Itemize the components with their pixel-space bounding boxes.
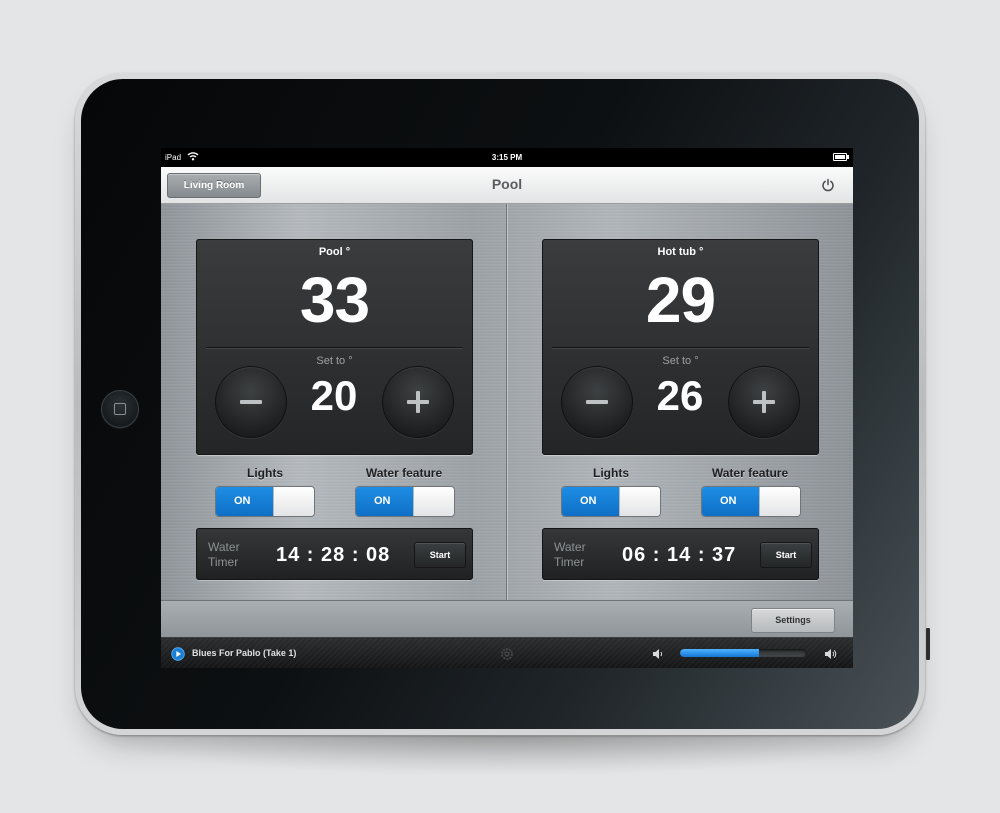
gear-icon[interactable] [499,646,515,662]
toggle-knob [619,487,660,516]
start-timer-button[interactable]: Start [414,542,466,568]
temperature-title: Pool ° [318,246,351,258]
media-player-bar: Blues For Pablo (Take 1) [161,637,853,668]
water-feature-toggle[interactable]: ON [701,486,801,517]
app-screen: iPad 3:15 PM Living Room Pool Pool ° 33 … [161,148,853,668]
toggle-on-label: ON [216,487,274,516]
status-clock: 3:15 PM [491,153,523,162]
toggle-knob [759,487,800,516]
status-bar: iPad 3:15 PM [161,148,853,168]
water-timer-value: 14 : 28 : 08 [276,544,391,566]
temperature-card: Pool ° 33 Set to ° 20 [196,239,473,455]
card-separator [206,347,463,348]
increase-temperature-button[interactable] [728,366,800,438]
increase-temperature-button[interactable] [382,366,454,438]
hot-tub-panel: Hot tub ° 29 Set to ° 26 Lights ON Water… [507,204,853,600]
plus-icon [753,391,775,413]
minus-icon [586,400,608,404]
navigation-bar: Living Room Pool [161,167,853,204]
water-timer-label: Water Timer [554,540,586,569]
settings-button[interactable]: Settings [751,608,835,633]
current-temperature: 33 [299,264,370,336]
set-to-label: Set to ° [316,355,353,367]
card-separator [552,347,809,348]
set-temperature: 26 [656,372,704,419]
track-title: Blues For Pablo (Take 1) [192,648,297,658]
water-timer-label: Water Timer [208,540,240,569]
temperature-card: Hot tub ° 29 Set to ° 26 [542,239,819,455]
water-timer-card: Water Timer 06 : 14 : 37 Start [542,528,819,580]
water-feature-label: Water feature [365,466,443,480]
page-title: Pool [491,176,523,192]
minus-icon [240,400,262,404]
decrease-temperature-button[interactable] [215,366,287,438]
water-feature-toggle[interactable]: ON [355,486,455,517]
device-shadow [90,736,910,776]
lights-toggle[interactable]: ON [215,486,315,517]
volume-high-icon [825,649,837,659]
back-button[interactable]: Living Room [167,173,261,198]
toggle-on-label: ON [702,487,760,516]
lights-label: Lights [247,466,283,480]
ipad-bezel: iPad 3:15 PM Living Room Pool Pool ° 33 … [81,79,919,729]
battery-icon [833,153,849,161]
toggle-knob [273,487,314,516]
volume-low-icon [653,649,663,659]
side-button [926,628,930,660]
bottom-toolbar: Settings [161,600,853,638]
water-timer-card: Water Timer 14 : 28 : 08 Start [196,528,473,580]
water-feature-label: Water feature [711,466,789,480]
water-timer-value: 06 : 14 : 37 [622,544,737,566]
set-to-label: Set to ° [662,355,699,367]
power-icon[interactable] [821,178,835,192]
plus-icon [407,391,429,413]
decrease-temperature-button[interactable] [561,366,633,438]
ipad-device: iPad 3:15 PM Living Room Pool Pool ° 33 … [75,73,930,735]
home-button[interactable] [101,390,139,428]
pool-panel: Pool ° 33 Set to ° 20 Lights ON Water fe… [161,204,507,600]
volume-level [680,649,760,657]
play-icon[interactable] [171,647,185,661]
toggle-on-label: ON [562,487,620,516]
volume-slider[interactable] [680,649,806,657]
start-timer-button[interactable]: Start [760,542,812,568]
temperature-title: Hot tub ° [657,246,704,258]
set-temperature: 20 [310,372,358,419]
toggle-on-label: ON [356,487,414,516]
controls-area: Pool ° 33 Set to ° 20 Lights ON Water fe… [161,204,853,600]
lights-label: Lights [593,466,629,480]
lights-toggle[interactable]: ON [561,486,661,517]
toggle-knob [413,487,454,516]
current-temperature: 29 [645,264,716,336]
